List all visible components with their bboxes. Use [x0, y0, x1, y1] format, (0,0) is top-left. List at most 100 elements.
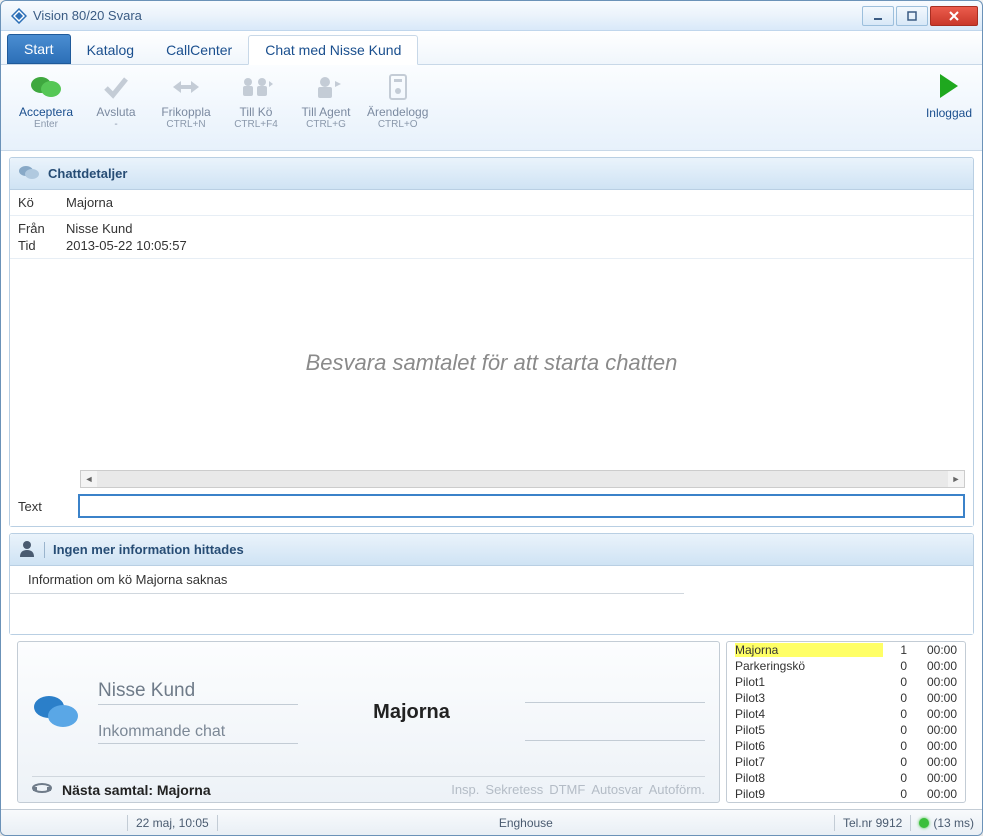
queue-list[interactable]: Majorna100:00Parkeringskö000:00Pilot1000… — [726, 641, 966, 803]
tab-start[interactable]: Start — [7, 34, 71, 64]
queue-item-count: 0 — [883, 771, 907, 785]
close-button[interactable] — [930, 6, 978, 26]
queue-item-name: Pilot8 — [735, 771, 883, 785]
chat-bubble-icon — [18, 163, 40, 184]
person-icon — [18, 539, 36, 560]
queue-item-name: Pilot6 — [735, 739, 883, 753]
flag-insp: Insp. — [451, 782, 479, 797]
acceptera-shortcut: Enter — [34, 119, 58, 130]
tab-callcenter[interactable]: CallCenter — [150, 36, 248, 64]
info-panel-body: Information om kö Majorna saknas — [10, 566, 684, 594]
flag-autoform: Autoförm. — [649, 782, 705, 797]
chat-text-input[interactable] — [78, 494, 965, 518]
call-extra-lines — [525, 683, 705, 741]
frikoppla-label: Frikoppla — [161, 105, 210, 119]
time-label: Tid — [18, 238, 66, 253]
from-label: Från — [18, 221, 66, 236]
queue-icon — [239, 71, 273, 103]
maximize-button[interactable] — [896, 6, 928, 26]
queue-item-time: 00:00 — [907, 771, 957, 785]
status-dot-icon — [919, 818, 929, 828]
till-ko-button[interactable]: Till Kö CTRL+F4 — [227, 71, 285, 130]
queue-item-count: 0 — [883, 659, 907, 673]
till-agent-shortcut: CTRL+G — [306, 119, 346, 130]
acceptera-button[interactable]: Acceptera Enter — [17, 71, 75, 130]
queue-item-name: Parkeringskö — [735, 659, 883, 673]
caller-name: Nisse Kund — [98, 680, 298, 705]
queue-item-name: Pilot4 — [735, 707, 883, 721]
status-telnr: Tel.nr 9912 — [843, 816, 902, 830]
till-ko-shortcut: CTRL+F4 — [234, 119, 278, 130]
flag-sekretess: Sekretess — [485, 782, 543, 797]
agent-icon — [311, 71, 341, 103]
log-icon — [387, 71, 409, 103]
scroll-track[interactable] — [97, 471, 948, 487]
status-bar: 22 maj, 10:05 Enghouse Tel.nr 9912 (13 m… — [1, 809, 982, 835]
queue-item-count: 0 — [883, 675, 907, 689]
frikoppla-shortcut: CTRL+N — [166, 119, 205, 130]
queue-list-item[interactable]: Pilot8000:00 — [727, 770, 965, 786]
window-title: Vision 80/20 Svara — [33, 8, 862, 23]
chat-message-area: Besvara samtalet för att starta chatten — [10, 259, 973, 466]
queue-list-item[interactable]: Pilot3000:00 — [727, 690, 965, 706]
from-value: Nisse Kund — [66, 221, 132, 236]
disconnect-icon — [171, 71, 201, 103]
queue-list-item[interactable]: Pilot6000:00 — [727, 738, 965, 754]
content-area: Chattdetaljer Kö Majorna Från Nisse Kund… — [1, 151, 982, 809]
call-pane: Nisse Kund Inkommande chat Majorna Nästa… — [17, 641, 720, 803]
queue-item-count: 0 — [883, 691, 907, 705]
queue-list-item[interactable]: Pilot9000:00 — [727, 786, 965, 802]
status-ping: (13 ms) — [933, 816, 974, 830]
queue-item-time: 00:00 — [907, 659, 957, 673]
queue-item-time: 00:00 — [907, 787, 957, 801]
queue-item-time: 00:00 — [907, 739, 957, 753]
titlebar[interactable]: Vision 80/20 Svara — [1, 1, 982, 31]
queue-list-item[interactable]: Pilot7000:00 — [727, 754, 965, 770]
scroll-right-arrow[interactable]: ► — [948, 474, 964, 484]
chat-details-header: Chattdetaljer — [10, 158, 973, 190]
time-value: 2013-05-22 10:05:57 — [66, 238, 187, 253]
queue-item-name: Majorna — [735, 643, 883, 657]
queue-item-time: 00:00 — [907, 643, 957, 657]
queue-row: Kö Majorna — [10, 190, 973, 216]
status-company: Enghouse — [226, 816, 826, 830]
queue-item-count: 0 — [883, 707, 907, 721]
queue-item-name: Pilot5 — [735, 723, 883, 737]
queue-value: Majorna — [66, 195, 113, 210]
check-icon — [102, 71, 130, 103]
queue-item-name: Pilot1 — [735, 675, 883, 689]
frikoppla-button[interactable]: Frikoppla CTRL+N — [157, 71, 215, 130]
from-time-row: Från Nisse Kund Tid 2013-05-22 10:05:57 — [10, 216, 973, 259]
horizontal-scrollbar[interactable]: ◄ ► — [80, 470, 965, 488]
inloggad-label: Inloggad — [926, 106, 972, 120]
acceptera-label: Acceptera — [19, 105, 73, 119]
arendelogg-button[interactable]: Ärendelogg CTRL+O — [367, 71, 428, 130]
chat-accept-icon — [29, 71, 63, 103]
arendelogg-label: Ärendelogg — [367, 105, 428, 119]
queue-item-count: 0 — [883, 787, 907, 801]
queue-list-item[interactable]: Majorna100:00 — [727, 642, 965, 658]
queue-list-item[interactable]: Pilot4000:00 — [727, 706, 965, 722]
queue-label: Kö — [18, 195, 66, 210]
app-window: Vision 80/20 Svara Start Katalog CallCen… — [0, 0, 983, 836]
scroll-left-arrow[interactable]: ◄ — [81, 474, 97, 484]
queue-list-item[interactable]: Pilot1000:00 — [727, 674, 965, 690]
queue-list-item[interactable]: Parkeringskö000:00 — [727, 658, 965, 674]
queue-item-count: 0 — [883, 723, 907, 737]
minimize-button[interactable] — [862, 6, 894, 26]
avsluta-button[interactable]: Avsluta - — [87, 71, 145, 130]
queue-list-item[interactable]: Pilot5000:00 — [727, 722, 965, 738]
call-footer: Nästa samtal: Majorna Insp. Sekretess DT… — [32, 776, 705, 798]
queue-item-time: 00:00 — [907, 675, 957, 689]
avsluta-shortcut: - — [114, 119, 117, 130]
flag-autosvar: Autosvar — [591, 782, 642, 797]
inloggad-indicator[interactable]: Inloggad — [926, 71, 972, 120]
next-call-label: Nästa samtal: Majorna — [62, 782, 211, 798]
tab-katalog[interactable]: Katalog — [71, 36, 150, 64]
chat-details-title: Chattdetaljer — [48, 166, 127, 181]
queue-item-name: Pilot7 — [735, 755, 883, 769]
tab-chat[interactable]: Chat med Nisse Kund — [248, 35, 418, 65]
till-agent-button[interactable]: Till Agent CTRL+G — [297, 71, 355, 130]
queue-item-name: Pilot9 — [735, 787, 883, 801]
till-agent-label: Till Agent — [302, 105, 351, 119]
